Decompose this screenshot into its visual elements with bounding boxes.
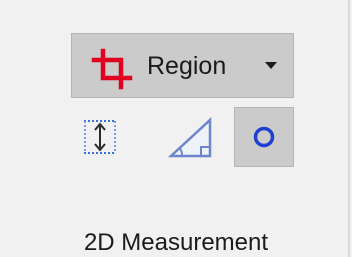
- crop-icon: [91, 48, 133, 90]
- circle-tool-button[interactable]: [234, 107, 294, 167]
- ribbon-group-2d-measurement: Region 2D Measurement: [0, 0, 352, 257]
- vertical-distance-icon: [84, 120, 116, 154]
- group-label: 2D Measurement: [83, 229, 269, 256]
- angle-tool-button[interactable]: [162, 107, 220, 167]
- chevron-down-icon[interactable]: [265, 62, 277, 69]
- angle-triangle-icon: [168, 117, 212, 158]
- circle-icon: [253, 126, 275, 148]
- distance-tool-button[interactable]: [74, 107, 126, 167]
- region-button-label: Region: [147, 52, 227, 80]
- region-button[interactable]: Region: [71, 33, 294, 98]
- group-divider: [348, 0, 350, 257]
